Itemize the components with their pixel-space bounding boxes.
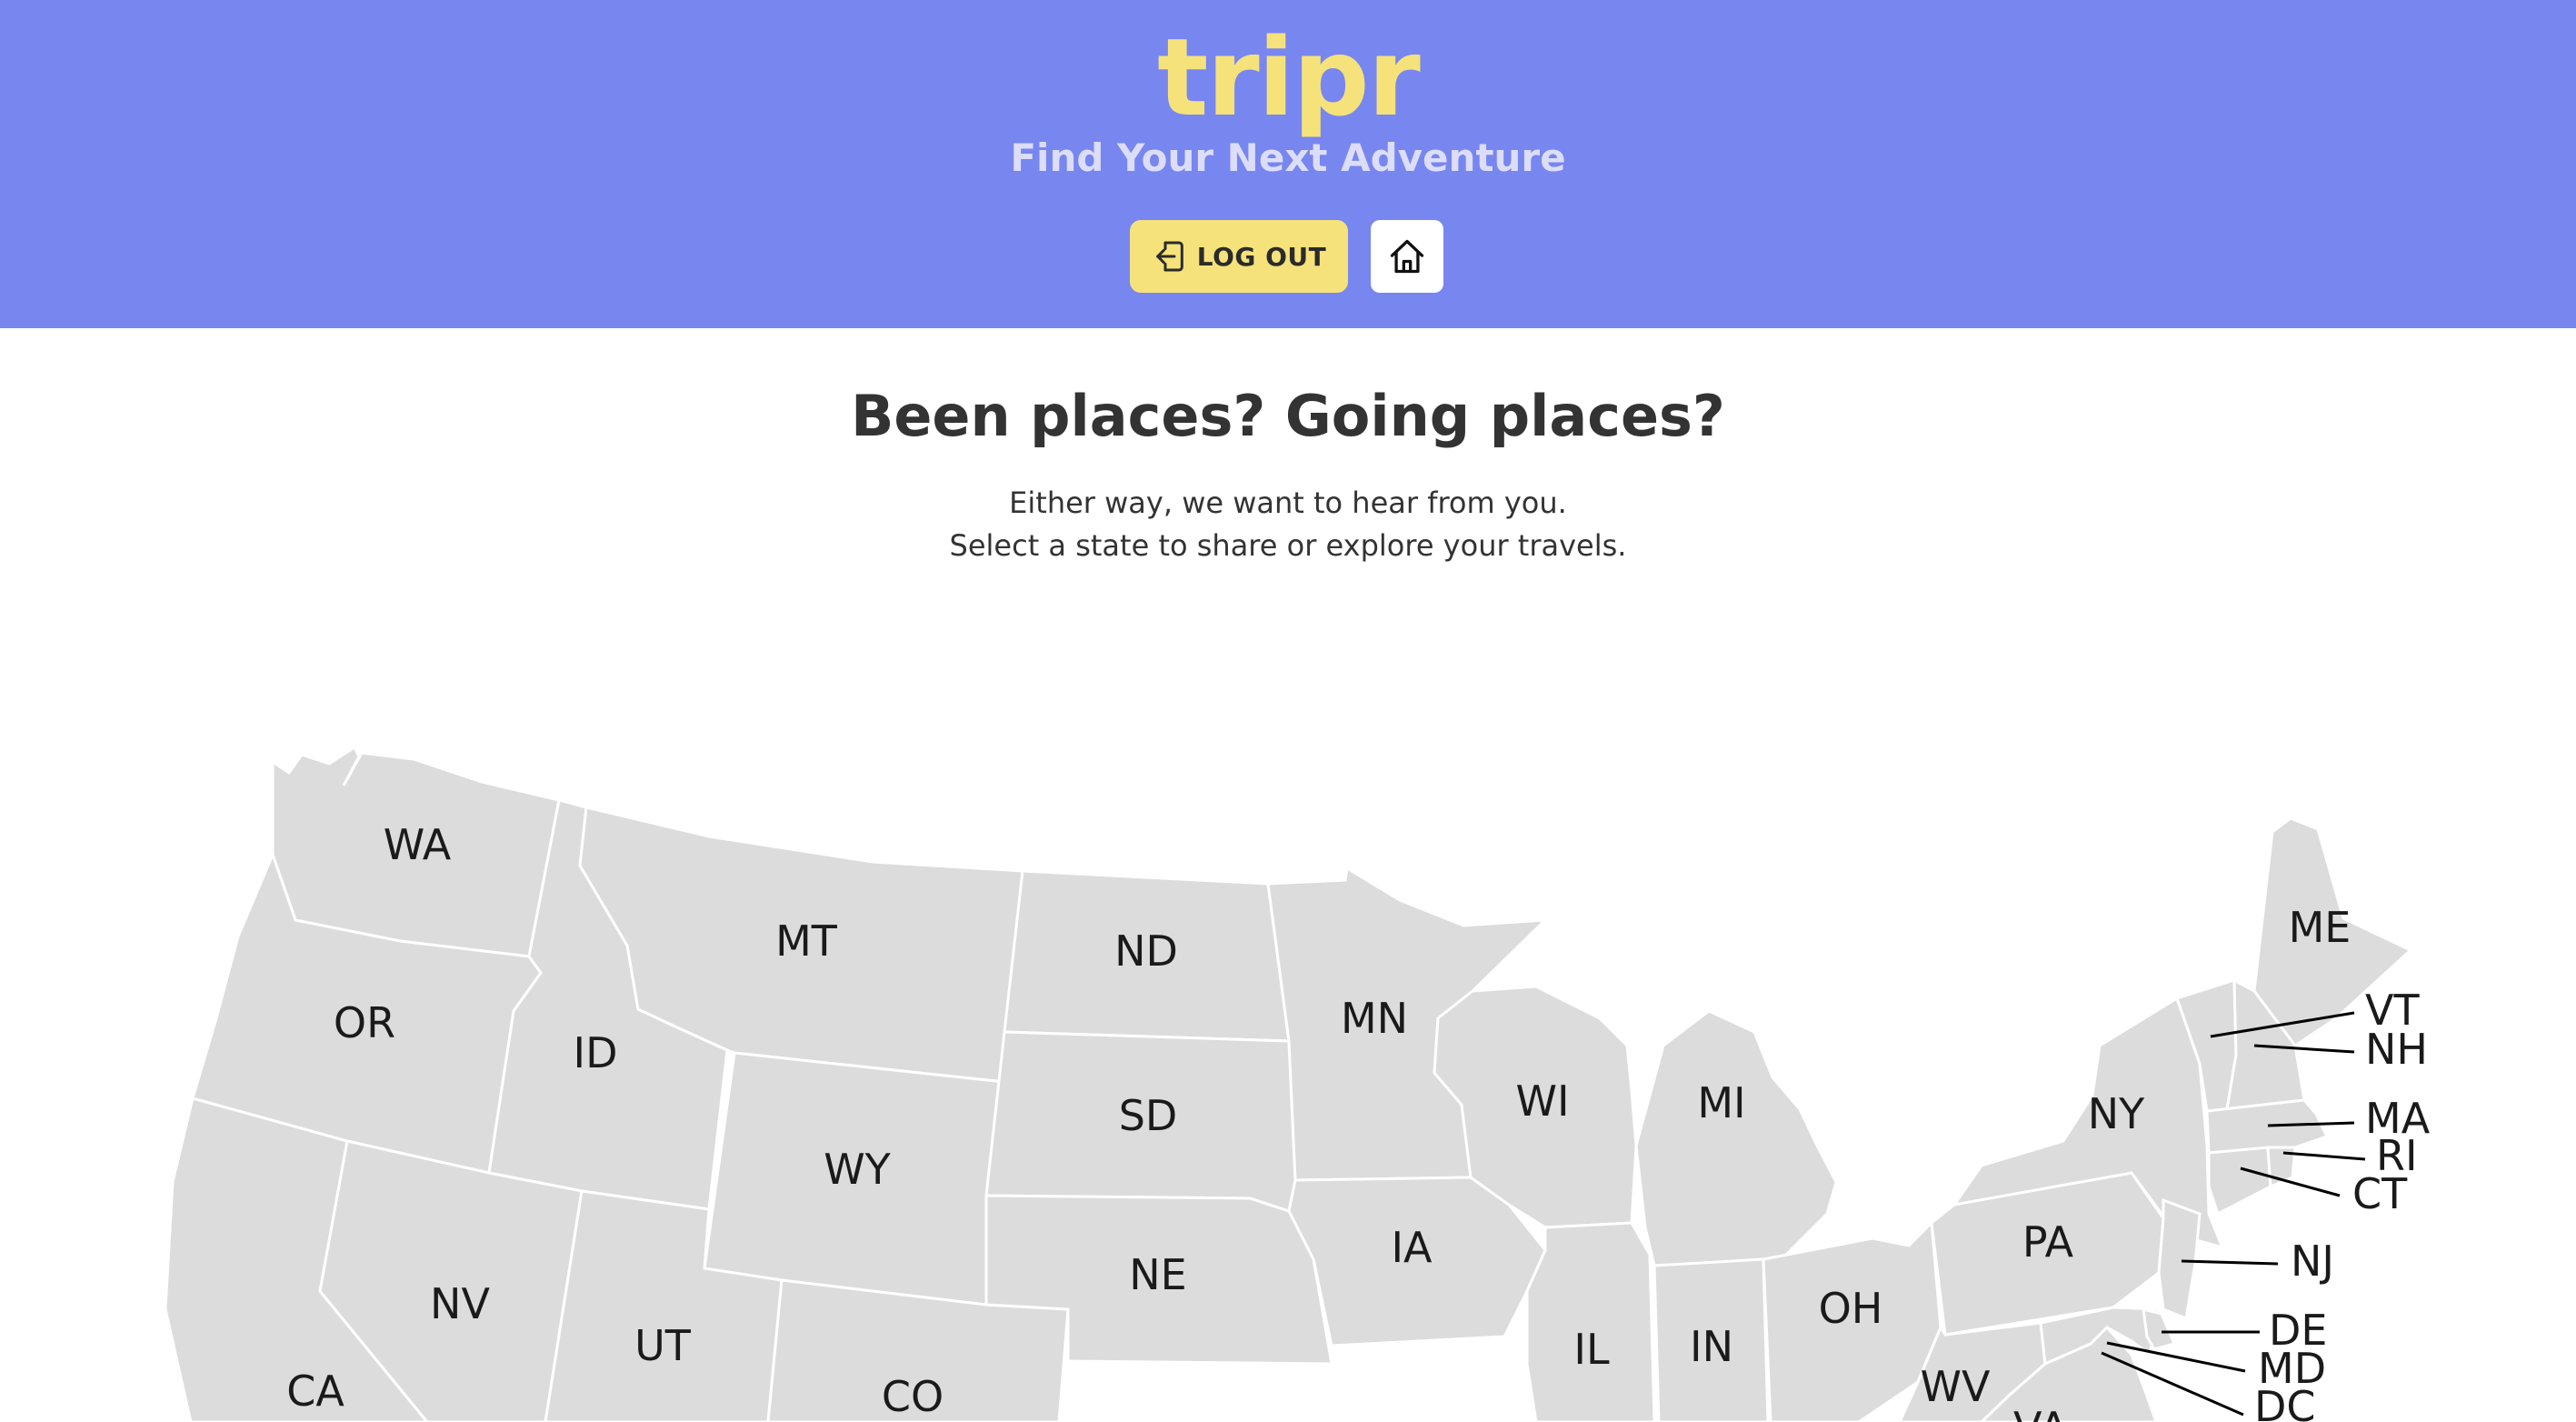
state-label-nv: NV: [430, 1279, 490, 1328]
state-il[interactable]: [1525, 1221, 1656, 1422]
state-label-ny: NY: [2088, 1089, 2145, 1138]
callout-label-nj[interactable]: NJ: [2291, 1237, 2334, 1286]
state-label-nd: ND: [1114, 926, 1178, 976]
logout-icon: [1155, 241, 1183, 272]
state-nj[interactable]: [2157, 1197, 2202, 1321]
state-mi[interactable]: [1634, 1009, 1838, 1267]
state-label-va: VA: [2013, 1403, 2069, 1422]
page-heading: Been places? Going places?: [851, 383, 1725, 449]
tagline: Find Your Next Adventure: [1010, 135, 1566, 180]
state-label-wi: WI: [1515, 1077, 1569, 1126]
us-map-svg: WA OR CA ID NV MT WY UT CO ND SD NE MN I…: [164, 745, 2431, 1422]
state-label-sd: SD: [1119, 1091, 1178, 1140]
state-label-wy: WY: [824, 1145, 891, 1194]
callout-label-dc[interactable]: DC: [2254, 1382, 2316, 1422]
callout-label-nh[interactable]: NH: [2365, 1025, 2428, 1074]
subtitle-line-2: Select a state to share or explore your …: [949, 528, 1627, 563]
home-icon: [1390, 239, 1424, 274]
logout-label: LOG OUT: [1196, 241, 1327, 272]
state-label-mn: MN: [1341, 994, 1408, 1043]
us-map: WA OR CA ID NV MT WY UT CO ND SD NE MN I…: [0, 691, 2576, 1422]
logout-button[interactable]: LOG OUT: [1130, 220, 1348, 293]
state-label-in: IN: [1690, 1322, 1733, 1371]
state-ma[interactable]: [2205, 1098, 2330, 1155]
state-label-mi: MI: [1697, 1078, 1745, 1127]
state-label-co: CO: [882, 1372, 944, 1421]
site-header: tripr Find Your Next Adventure LOG OUT: [0, 0, 2576, 328]
state-label-oh: OH: [1819, 1284, 1883, 1333]
state-label-id: ID: [574, 1028, 618, 1077]
state-label-me: ME: [2289, 903, 2351, 952]
state-label-pa: PA: [2022, 1217, 2074, 1267]
state-label-ca: CA: [286, 1367, 344, 1416]
callout-label-ct[interactable]: CT: [2352, 1169, 2408, 1218]
state-ct[interactable]: [2207, 1146, 2272, 1217]
state-label-ne: NE: [1129, 1250, 1186, 1299]
home-button[interactable]: [1371, 220, 1443, 293]
state-label-ut: UT: [634, 1321, 692, 1370]
state-label-wv: WV: [1921, 1362, 1991, 1411]
state-label-ia: IA: [1391, 1223, 1433, 1272]
subtitle-line-1: Either way, we want to hear from you.: [1009, 486, 1567, 520]
state-label-or: OR: [334, 998, 395, 1047]
state-label-mt: MT: [775, 916, 838, 966]
logo[interactable]: tripr: [0, 18, 2576, 136]
state-label-wa: WA: [384, 820, 452, 869]
state-label-il: IL: [1573, 1325, 1610, 1374]
